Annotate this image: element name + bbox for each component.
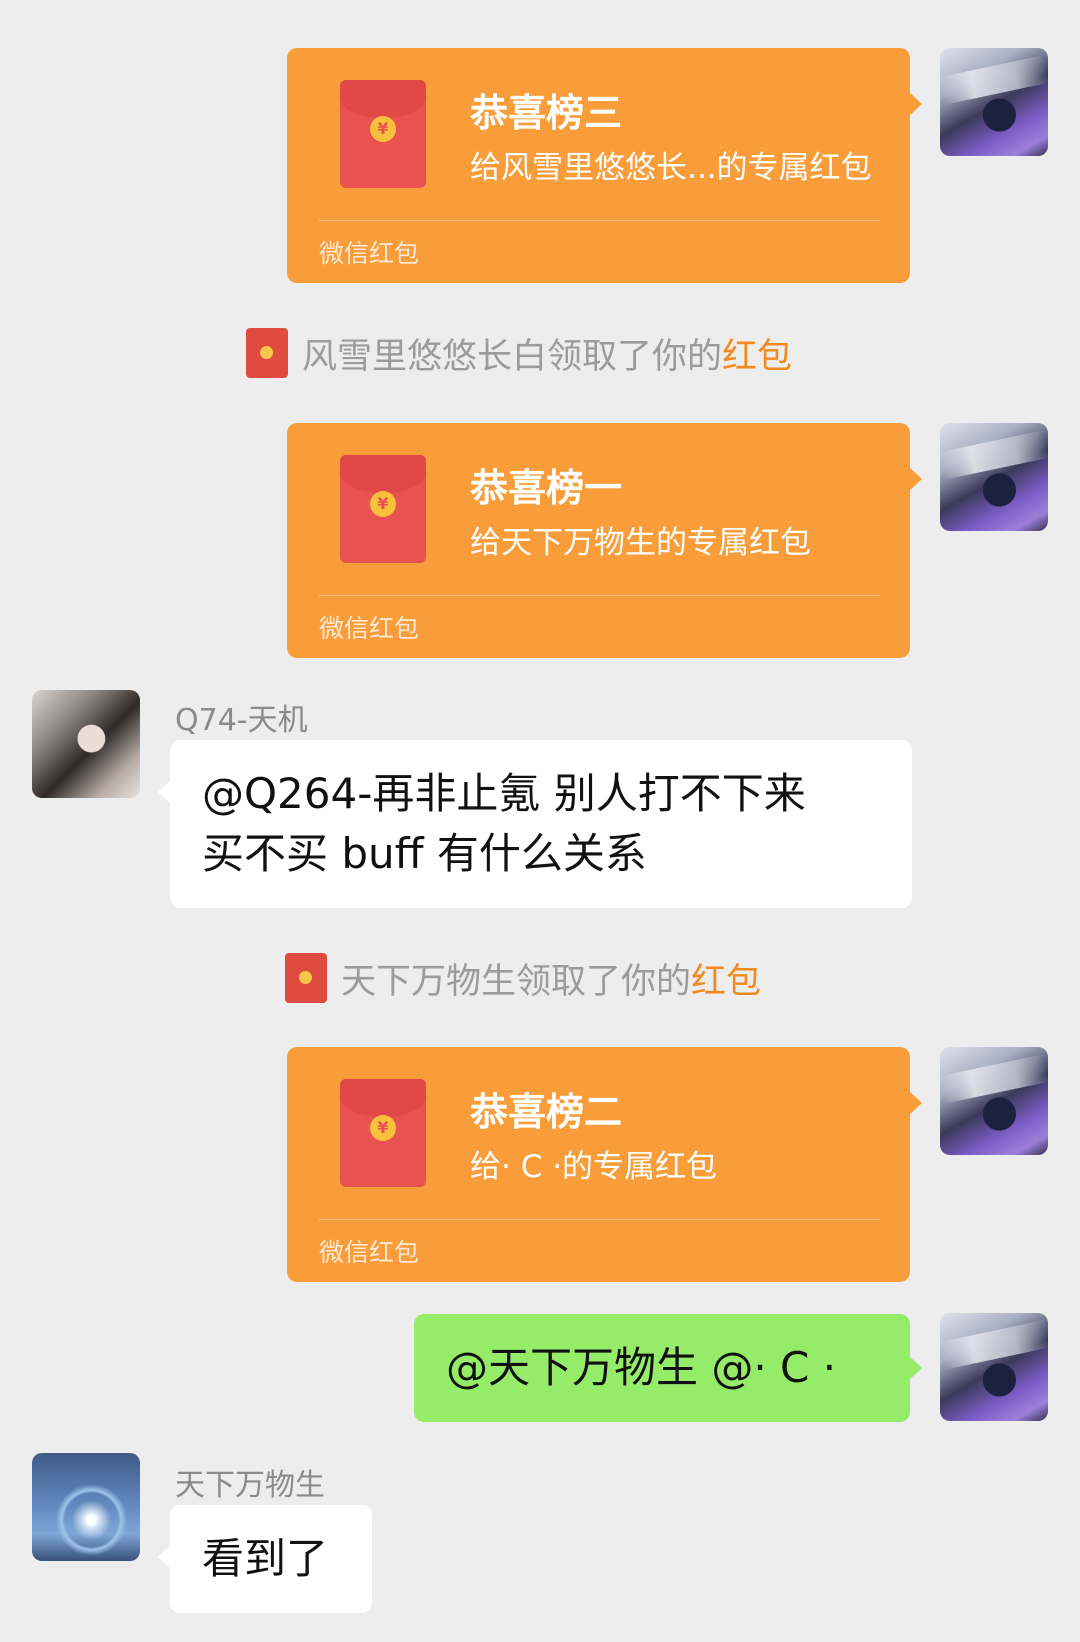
packet-brand-label: 微信红包 <box>319 239 420 268</box>
red-packet-icon <box>246 328 288 378</box>
system-notice: 风雪里悠悠长白领取了你的 红包 <box>246 328 792 378</box>
packet-description: 给· C ·的专属红包 <box>470 1149 718 1185</box>
red-packet-icon: ¥ <box>340 1079 426 1187</box>
self-avatar[interactable] <box>940 1313 1048 1421</box>
self-message-bubble[interactable]: @天下万物生 @· C · <box>414 1314 922 1422</box>
red-packet-icon: ¥ <box>340 80 426 188</box>
packet-divider <box>319 220 880 221</box>
message-line: @Q264-再非止氪 别人打不下来 <box>202 769 806 818</box>
sender-name: 天下万物生 <box>175 1468 325 1503</box>
chat-view: ¥ 恭喜榜三 给风雪里悠悠长...的专属红包 微信红包 风雪里悠悠长白领取了你的… <box>0 0 1080 1642</box>
red-packet-message[interactable]: ¥ 恭喜榜一 给天下万物生的专属红包 微信红包 <box>287 423 922 658</box>
message-line: 买不买 buff 有什么关系 <box>202 829 647 878</box>
packet-divider <box>319 595 880 596</box>
system-notice: 天下万物生领取了你的 红包 <box>285 953 761 1003</box>
message-line: @天下万物生 @· C · <box>446 1343 837 1392</box>
message-line: 看到了 <box>202 1534 329 1583</box>
yuan-coin-icon: ¥ <box>370 491 396 517</box>
packet-description: 给天下万物生的专属红包 <box>470 525 811 561</box>
notice-red-packet-link[interactable]: 红包 <box>691 953 761 1004</box>
notice-text: 天下万物生领取了你的 <box>341 961 692 1002</box>
sender-name: Q74-天机 <box>175 703 308 738</box>
notice-red-packet-link[interactable]: 红包 <box>722 328 792 379</box>
packet-divider <box>319 1219 880 1220</box>
yuan-coin-icon: ¥ <box>370 116 396 142</box>
red-packet-message[interactable]: ¥ 恭喜榜二 给· C ·的专属红包 微信红包 <box>287 1047 922 1282</box>
packet-brand-label: 微信红包 <box>319 614 420 643</box>
text-message-bubble[interactable]: 看到了 <box>158 1505 372 1613</box>
self-avatar[interactable] <box>940 1047 1048 1155</box>
text-message-bubble[interactable]: @Q264-再非止氪 别人打不下来 买不买 buff 有什么关系 <box>158 740 912 908</box>
packet-description: 给风雪里悠悠长...的专属红包 <box>470 150 872 186</box>
packet-title: 恭喜榜二 <box>470 1090 623 1134</box>
self-avatar[interactable] <box>940 423 1048 531</box>
packet-title: 恭喜榜三 <box>470 91 623 135</box>
yuan-coin-icon: ¥ <box>370 1115 396 1141</box>
notice-text: 风雪里悠悠长白领取了你的 <box>302 336 723 377</box>
red-packet-message[interactable]: ¥ 恭喜榜三 给风雪里悠悠长...的专属红包 微信红包 <box>287 48 922 283</box>
red-packet-icon <box>285 953 327 1003</box>
self-avatar[interactable] <box>940 48 1048 156</box>
red-packet-icon: ¥ <box>340 455 426 563</box>
packet-title: 恭喜榜一 <box>470 466 623 510</box>
sender-avatar[interactable] <box>32 1453 140 1561</box>
packet-brand-label: 微信红包 <box>319 1238 420 1267</box>
sender-avatar[interactable] <box>32 690 140 798</box>
